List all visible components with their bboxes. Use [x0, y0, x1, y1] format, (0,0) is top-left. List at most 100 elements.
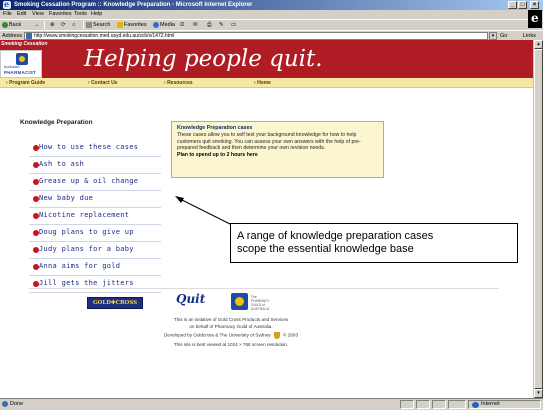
scroll-down-button[interactable]: ▾ — [534, 389, 543, 398]
quit-logo-text: Quit — [176, 292, 206, 306]
maximize-button[interactable]: □ — [518, 1, 527, 9]
nav-program-guide[interactable]: › Program Guide — [6, 79, 45, 87]
vertical-scrollbar[interactable]: ▴ ▾ — [533, 40, 543, 398]
nav-program-guide-label: Program Guide — [9, 80, 46, 86]
nav-home-label: Home — [257, 80, 271, 86]
favorites-button[interactable]: Favorites — [117, 21, 147, 29]
info-panel: Knowledge Preparation cases These cases … — [171, 121, 384, 178]
discuss-button[interactable]: ▭ — [231, 21, 236, 29]
address-input[interactable]: http://www.smokingcessation.med.usyd.edu… — [24, 32, 488, 40]
logo-text: PHARMACIST — [4, 70, 36, 75]
arrow-line — [177, 197, 233, 226]
status-panel — [448, 400, 466, 409]
status-text: Done — [10, 401, 24, 407]
nav-home[interactable]: › Home — [254, 79, 271, 87]
history-button[interactable]: ⏲ — [180, 21, 184, 29]
case-link[interactable]: New baby due — [29, 191, 161, 208]
favorites-star-icon — [117, 21, 123, 28]
scroll-thumb[interactable] — [534, 49, 543, 389]
case-label: Nicotine replacement — [39, 211, 130, 219]
back-button[interactable]: Back — [2, 21, 21, 29]
case-label: Jill gets the jitters — [39, 279, 134, 287]
case-label: How to use these cases — [39, 143, 139, 151]
menu-edit[interactable]: Edit — [17, 11, 26, 18]
arrow-head — [175, 196, 184, 203]
nav-resources[interactable]: › Resources — [164, 79, 193, 87]
media-icon — [153, 21, 159, 28]
callout-line-2: scope the essential knowledge base — [237, 243, 414, 255]
address-url: http://www.smokingcessation.med.usyd.edu… — [34, 33, 175, 39]
print-button[interactable]: ⎙ — [207, 21, 211, 29]
status-bar: Done Internet — [0, 398, 543, 410]
home-button[interactable]: ⌂ — [72, 21, 75, 29]
nav-resources-label: Resources — [167, 80, 193, 86]
guild-emblem-icon — [231, 293, 248, 310]
toolbar-separator — [83, 21, 84, 29]
menu-bar: File Edit View Favorites Tools Help — [0, 10, 543, 19]
case-link[interactable]: Nicotine replacement — [29, 208, 161, 225]
status-panel — [416, 400, 430, 409]
minimize-button[interactable]: _ — [508, 1, 517, 9]
search-button[interactable]: Search — [86, 21, 110, 29]
case-link[interactable]: Ash to ash — [29, 157, 161, 174]
site-nav: › Program Guide › Contact Us › Resources… — [0, 78, 533, 88]
refresh-button[interactable]: ⟳ — [61, 21, 66, 29]
callout-line-1: A range of knowledge preparation cases — [237, 230, 434, 242]
case-label: New baby due — [39, 194, 94, 202]
ie-icon — [3, 0, 11, 9]
status-panel — [432, 400, 446, 409]
security-zone: Internet — [481, 401, 500, 407]
page-viewport: Smoking Cessation Australian PHARMACIST … — [0, 40, 533, 398]
logo-small-text: Australian — [4, 65, 20, 69]
nav-contact-us[interactable]: › Contact Us — [88, 79, 117, 87]
close-button[interactable]: × — [530, 1, 539, 9]
footer-initiative: This is an initiative of Gold Cross Prod… — [173, 317, 289, 322]
site-tagline: Helping people quit. — [84, 46, 323, 72]
address-label: Address — [2, 33, 23, 39]
case-link[interactable]: Anna aims for gold — [29, 259, 161, 276]
menu-file[interactable]: File — [3, 11, 12, 18]
banner-tag: Smoking Cessation — [1, 41, 48, 47]
toolbar-separator — [44, 21, 45, 29]
media-button[interactable]: Media — [153, 21, 175, 29]
case-label: Doug plans to give up — [39, 228, 134, 236]
scroll-up-button[interactable]: ▴ — [534, 40, 543, 49]
case-link[interactable]: Doug plans to give up — [29, 225, 161, 242]
case-label: Judy plans for a baby — [39, 245, 134, 253]
case-link[interactable]: How to use these cases — [29, 140, 161, 157]
quit-logo[interactable]: Quit — [176, 292, 208, 310]
pharmacist-emblem-icon — [16, 53, 28, 65]
australian-pharmacist-logo[interactable]: Australian PHARMACIST — [0, 50, 42, 78]
site-banner: Smoking Cessation Australian PHARMACIST … — [0, 40, 533, 78]
stop-button[interactable]: ⊗ — [50, 21, 55, 29]
forward-button[interactable]: → — [34, 21, 40, 29]
case-link[interactable]: Judy plans for a baby — [29, 242, 161, 259]
menu-help[interactable]: Help — [91, 11, 102, 18]
ie-throbber-icon — [528, 10, 542, 28]
edit-button[interactable]: ✎ — [219, 21, 224, 29]
info-plan: Plan to spend up to 2 hours here — [177, 151, 258, 158]
page-title: Knowledge Preparation — [20, 119, 93, 126]
case-label: Grease up & oil change — [39, 177, 139, 185]
menu-view[interactable]: View — [32, 11, 44, 18]
mail-button[interactable]: ✉ — [193, 21, 198, 29]
info-body: These cases allow you to self test your … — [177, 132, 361, 152]
go-button[interactable]: Go — [500, 32, 507, 40]
favorites-label: Favorites — [124, 22, 147, 28]
goldcross-logo[interactable]: GOLD✚CROSS — [87, 297, 143, 309]
footer-guild: on behalf of Pharmacy Guild of Australia… — [189, 324, 273, 329]
address-dropdown-button[interactable]: ▾ — [489, 32, 497, 40]
footer-divider — [29, 288, 499, 289]
annotation-callout: A range of knowledge preparation cases s… — [230, 223, 518, 263]
pharmacy-guild-logo[interactable]: The PHARMACY GUILD of AUSTRALIA — [231, 293, 291, 311]
case-link[interactable]: Grease up & oil change — [29, 174, 161, 191]
footer-copyright: © 2003 — [283, 332, 299, 338]
menu-tools[interactable]: Tools — [74, 11, 87, 18]
case-link[interactable]: Jill gets the jitters — [29, 276, 161, 293]
links-button[interactable]: Links — [523, 32, 536, 40]
guild-text-line: AUSTRALIA — [251, 307, 270, 311]
page-done-icon — [2, 401, 8, 407]
menu-favorites[interactable]: Favorites — [49, 11, 72, 18]
info-title: Knowledge Preparation cases — [177, 125, 253, 131]
internet-globe-icon — [472, 402, 479, 408]
